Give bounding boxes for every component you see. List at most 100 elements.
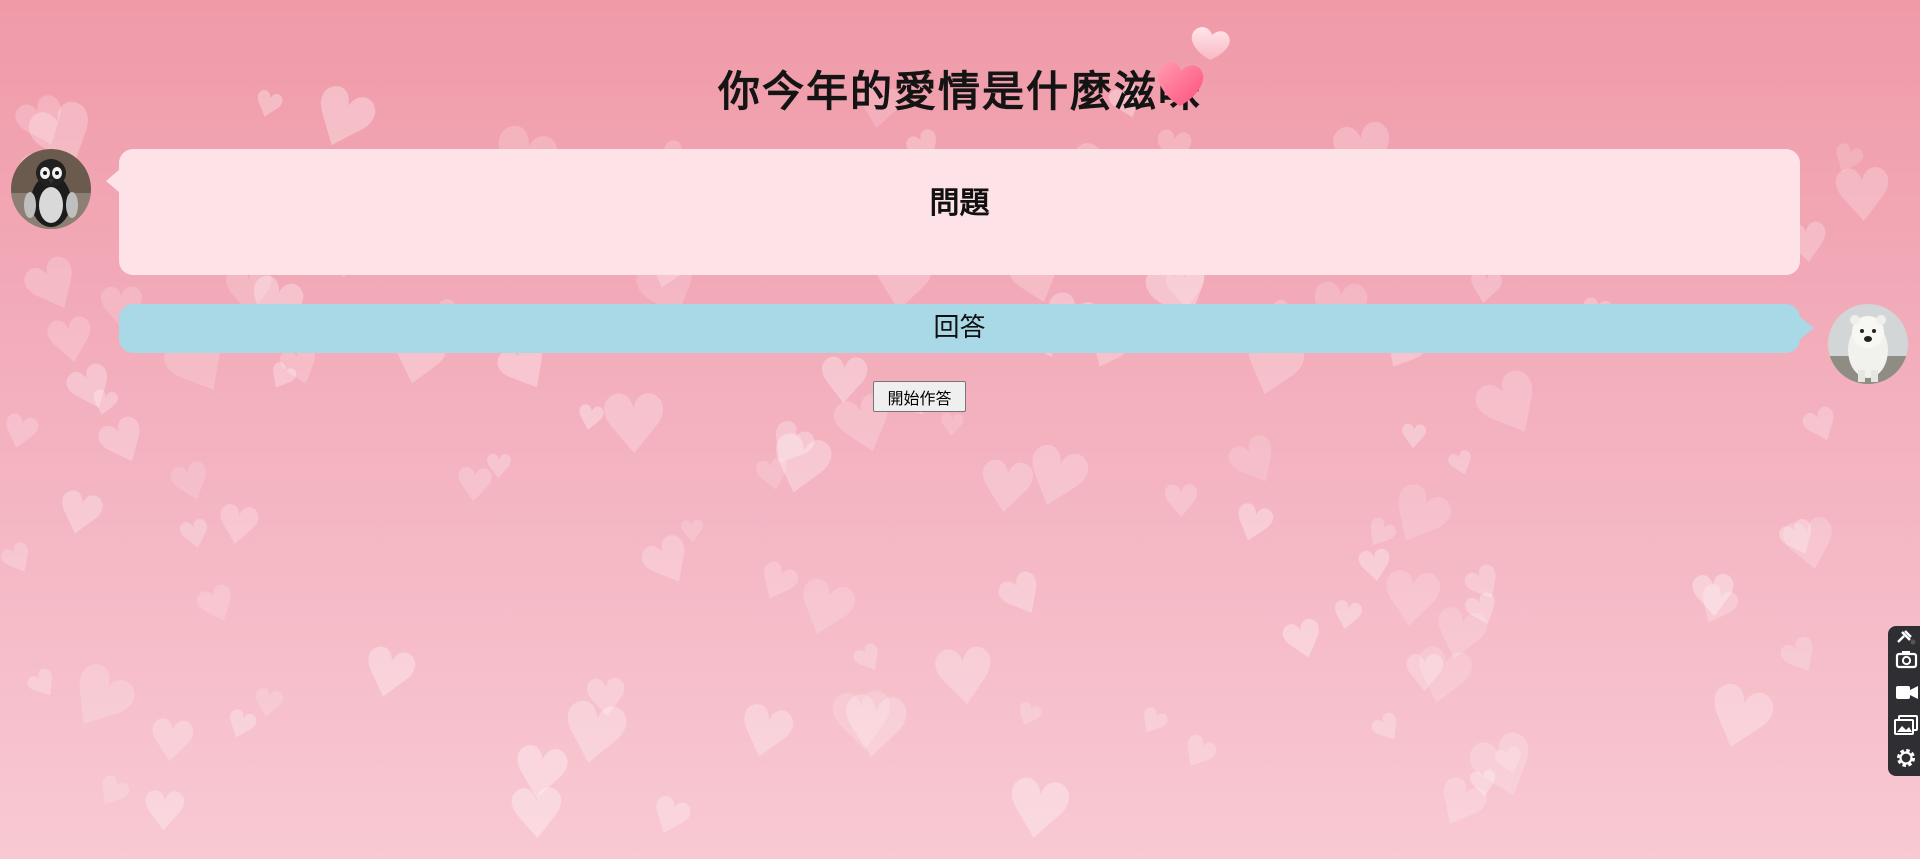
background-heart: ♥ <box>53 347 129 431</box>
background-heart: ♥ <box>1769 623 1832 691</box>
background-heart: ♥ <box>84 400 163 485</box>
background-heart: ♥ <box>638 782 702 853</box>
background-heart: ♥ <box>814 344 874 419</box>
background-heart: ♥ <box>581 667 632 731</box>
background-heart: ♥ <box>937 407 967 445</box>
background-heart: ♥ <box>142 706 201 778</box>
background-heart: ♥ <box>258 353 305 403</box>
background-heart: ♥ <box>504 773 570 857</box>
background-heart: ♥ <box>970 443 1043 533</box>
background-heart: ♥ <box>9 238 100 337</box>
background-heart: ♥ <box>780 559 869 662</box>
background-heart: ♥ <box>1488 738 1532 787</box>
background-heart: ♥ <box>1223 490 1283 559</box>
hearts-emoji-icon <box>1157 27 1230 106</box>
background-heart: ♥ <box>1128 698 1176 748</box>
background-heart: ♥ <box>1418 759 1502 850</box>
background-heart: ♥ <box>677 513 708 552</box>
background-heart: ♥ <box>724 687 806 781</box>
background-heart: ♥ <box>19 659 69 712</box>
background-heart: ♥ <box>744 548 810 619</box>
background-heart: ♥ <box>749 447 798 505</box>
background-heart: ♥ <box>1441 441 1482 487</box>
background-heart: ♥ <box>247 679 289 729</box>
background-heart: ♥ <box>1772 501 1849 592</box>
background-heart: ♥ <box>1007 424 1104 534</box>
background-heart: ♥ <box>186 571 249 641</box>
background-heart: ♥ <box>1822 133 1872 187</box>
background-heart: ♥ <box>0 532 45 589</box>
answer-label: 回答 <box>933 313 986 343</box>
background-heart: ♥ <box>1169 722 1227 785</box>
answer-bubble: 回答 <box>119 304 1814 353</box>
background-heart: ♥ <box>832 675 918 781</box>
background-heart: ♥ <box>1363 703 1413 756</box>
start-quiz-button[interactable]: 開始作答 <box>873 381 966 412</box>
background-heart: ♥ <box>209 492 266 561</box>
background-heart: ♥ <box>755 414 845 520</box>
background-heart: ♥ <box>46 476 113 554</box>
background-heart: ♥ <box>751 405 828 488</box>
capture-toolbar <box>1888 626 1920 776</box>
image-icon[interactable] <box>1892 712 1920 738</box>
background-heart: ♥ <box>350 630 427 720</box>
camera-icon[interactable] <box>1892 646 1920 672</box>
background-heart: ♥ <box>1793 395 1850 458</box>
background-heart: ♥ <box>1465 763 1502 807</box>
background-heart: ♥ <box>217 699 264 752</box>
background-heart: ♥ <box>1453 710 1556 827</box>
background-heart: ♥ <box>1456 580 1510 641</box>
background-heart: ♥ <box>1397 416 1430 457</box>
title-row: 你今年的愛情是什麼滋味 <box>0 58 1920 119</box>
background-heart: ♥ <box>985 556 1060 637</box>
background-heart: ♥ <box>1326 591 1368 641</box>
background-heart: ♥ <box>995 758 1081 859</box>
background-heart: ♥ <box>925 630 1004 727</box>
background-heart: ♥ <box>596 377 672 474</box>
background-heart: ♥ <box>1827 152 1898 241</box>
page-title: 你今年的愛情是什麼滋味 <box>717 67 1202 116</box>
background-heart: ♥ <box>173 509 217 561</box>
pin-icon[interactable] <box>1892 628 1920 648</box>
penguin-avatar <box>11 149 91 229</box>
background-heart: ♥ <box>1402 645 1448 704</box>
background-heart: ♥ <box>502 728 578 820</box>
background-heart: ♥ <box>38 302 104 382</box>
question-label: 問題 <box>929 186 990 221</box>
background-heart: ♥ <box>1453 551 1515 618</box>
gear-icon[interactable] <box>1892 745 1920 771</box>
background-heart: ♥ <box>1273 606 1335 677</box>
background-heart: ♥ <box>845 634 894 686</box>
background-heart: ♥ <box>42 641 155 761</box>
background-heart: ♥ <box>1689 662 1789 777</box>
background-heart: ♥ <box>1160 474 1202 529</box>
background-heart: ♥ <box>1400 628 1485 728</box>
background-heart: ♥ <box>1354 507 1406 562</box>
background-heart: ♥ <box>0 401 47 464</box>
video-icon[interactable] <box>1892 679 1920 705</box>
background-heart: ♥ <box>1682 571 1750 644</box>
background-heart: ♥ <box>626 517 711 608</box>
polar-bear-avatar <box>1828 304 1908 384</box>
page-background: ♥ ♥ ♥ ♥ ♥ ♥ ♥ ♥ ♥ ♥ ♥ ♥ ♥ ♥ ♥ ♥ ♥ ♥ ♥ ♥ ♥ ♥ ♥ ♥ ♥ ♥ ♥ ♥ ♥ ♥ ♥ ♥ ♥ ♥ ♥ ♥ ♥ ♥ ♥ ♥… <box>0 0 1920 859</box>
background-heart: ♥ <box>571 396 610 442</box>
background-heart: ♥ <box>452 456 498 514</box>
background-heart: ♥ <box>548 681 639 790</box>
background-heart: ♥ <box>1686 562 1741 632</box>
background-heart: ♥ <box>85 381 124 427</box>
background-heart: ♥ <box>160 448 223 518</box>
background-heart: ♥ <box>823 673 903 772</box>
background-heart: ♥ <box>84 765 139 822</box>
background-heart: ♥ <box>138 778 191 845</box>
background-heart: ♥ <box>1352 539 1398 595</box>
background-heart: ♥ <box>483 446 515 487</box>
background-heart: ♥ <box>1373 552 1450 648</box>
hearts-background-pattern: ♥ ♥ ♥ ♥ ♥ ♥ ♥ ♥ ♥ ♥ ♥ ♥ ♥ ♥ ♥ ♥ ♥ ♥ ♥ ♥ ♥ ♥ ♥ ♥ ♥ ♥ ♥ ♥ ♥ ♥ ♥ ♥ ♥ ♥ ♥ ♥ ♥ ♥ ♥ ♥… <box>0 0 1920 859</box>
background-heart: ♥ <box>1421 591 1499 682</box>
background-heart: ♥ <box>1008 693 1049 739</box>
background-heart: ♥ <box>1456 348 1567 467</box>
background-heart: ♥ <box>1768 505 1829 573</box>
question-bubble: 問題 <box>106 149 1800 275</box>
background-heart: ♥ <box>1367 462 1470 573</box>
background-heart: ♥ <box>1213 417 1298 508</box>
